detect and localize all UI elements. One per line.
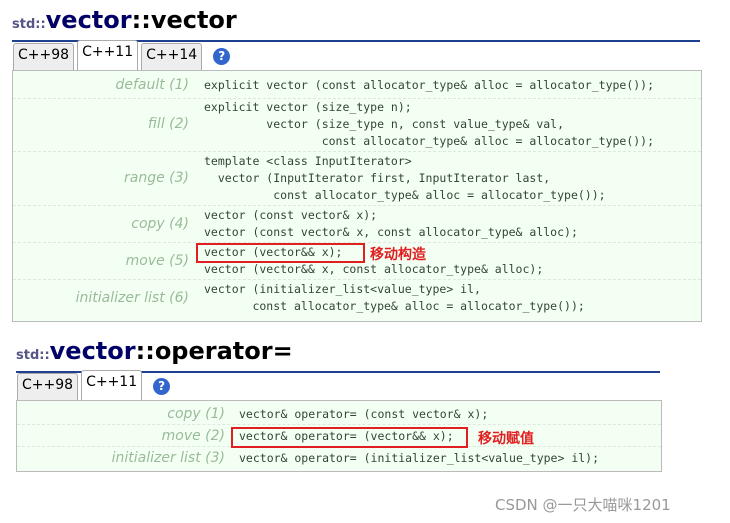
table-row: copy (4) vector (const vector& x); vector… (13, 205, 701, 243)
tab-cpp11[interactable]: C++11 (77, 40, 139, 70)
annotation-move-assignment: 移动赋值 (478, 431, 534, 447)
annotation-move-constructor: 移动构造 (370, 247, 426, 263)
table-row: initializer list (3) vector& operator= (i… (17, 446, 661, 470)
help-icon[interactable]: ? (213, 48, 231, 65)
row-label: initializer list (3) (111, 450, 225, 466)
help-icon[interactable]: ? (153, 378, 171, 395)
row-code: template <class InputIterator> vector (I… (204, 154, 606, 202)
row-label: default (1) (115, 77, 189, 93)
class-name: vector (45, 6, 132, 34)
signature-table-1: default (1) explicit vector (const alloca… (12, 70, 702, 322)
namespace: std:: (12, 17, 46, 32)
page-title-constructor: std::vector::vector (12, 6, 237, 34)
highlight-box (231, 427, 468, 448)
row-label: range (3) (124, 170, 189, 186)
scope-sep: :: (131, 6, 151, 34)
watermark: CSDN @一只大喵咪1201 (495, 496, 671, 514)
member-name: operator= (154, 337, 293, 365)
scope-sep: :: (135, 337, 155, 365)
row-label: copy (4) (131, 216, 189, 232)
namespace: std:: (16, 348, 50, 363)
table-row: fill (2) explicit vector (size_type n); v… (13, 98, 701, 152)
tab-cpp14[interactable]: C++14 (141, 43, 203, 70)
tabs-2: C++98 C++11 ? (17, 370, 171, 400)
row-code: vector& operator= (const vector& x); (239, 407, 489, 421)
table-row: range (3) template <class InputIterator> … (13, 151, 701, 206)
tab-cpp11[interactable]: C++11 (81, 370, 143, 400)
row-label: move (5) (125, 253, 189, 269)
row-code: explicit vector (const allocator_type& a… (204, 78, 655, 92)
class-name: vector (49, 337, 136, 365)
page-title-operator: std::vector::operator= (16, 337, 293, 365)
row-code: vector (initializer_list<value_type> il,… (204, 282, 585, 313)
member-name: vector (150, 6, 237, 34)
tabs-1: C++98 C++11 C++14 ? (13, 40, 231, 70)
row-label: initializer list (6) (75, 290, 189, 306)
highlight-box (196, 243, 365, 263)
tab-cpp98[interactable]: C++98 (13, 43, 75, 70)
row-code: vector (const vector& x); vector (const … (204, 208, 578, 239)
tab-cpp98[interactable]: C++98 (17, 373, 79, 400)
row-label: move (2) (161, 428, 225, 444)
table-row: default (1) explicit vector (const alloca… (13, 71, 701, 99)
row-code: explicit vector (size_type n); vector (s… (204, 100, 655, 148)
row-code: vector& operator= (initializer_list<valu… (239, 451, 600, 465)
table-row: initializer list (6) vector (initializer_… (13, 279, 701, 320)
table-row: copy (1) vector& operator= (const vector&… (17, 401, 661, 425)
row-label: fill (2) (147, 116, 189, 132)
row-label: copy (1) (167, 406, 225, 422)
